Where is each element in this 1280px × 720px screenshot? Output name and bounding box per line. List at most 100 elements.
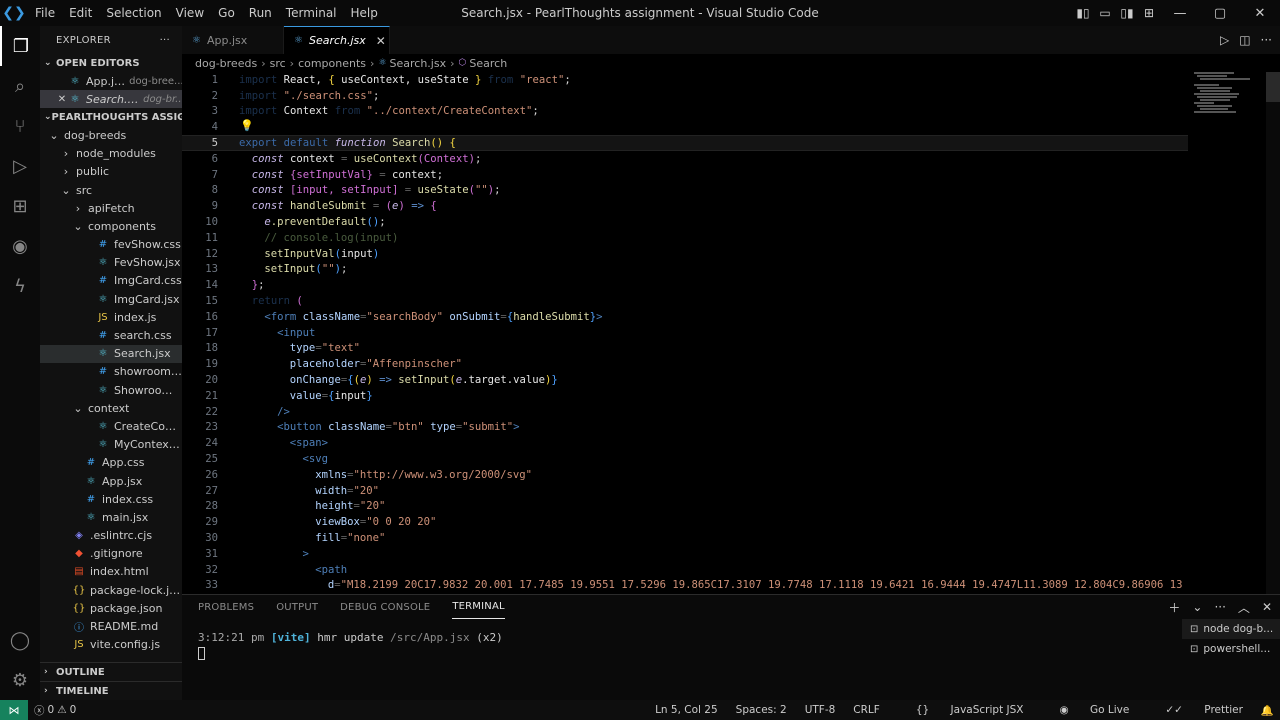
code-line[interactable]: 11 // console.log(input) <box>182 230 1188 246</box>
folder-item[interactable]: › public <box>40 163 182 181</box>
tab-search-jsx[interactable]: ⚛ Search.jsx ✕ <box>284 26 390 54</box>
file-item[interactable]: JS index.js <box>40 308 182 326</box>
file-item[interactable]: ◈ .eslintrc.cjs <box>40 527 182 545</box>
menu-file[interactable]: File <box>28 0 62 26</box>
minimize-button[interactable]: — <box>1160 0 1200 26</box>
prettier-button[interactable]: ✓✓ Prettier <box>1147 704 1243 716</box>
file-item[interactable]: ⚛ Showroom.jsx <box>40 381 182 399</box>
menu-terminal[interactable]: Terminal <box>279 0 344 26</box>
panel-tab-terminal[interactable]: TERMINAL <box>452 595 505 619</box>
github-icon[interactable]: ◉ <box>0 226 40 266</box>
code-line[interactable]: 3 import Context from "../context/CreateC… <box>182 104 1188 120</box>
file-item[interactable]: # fevShow.css <box>40 236 182 254</box>
code-line[interactable]: 9 const handleSubmit = (e) => { <box>182 198 1188 214</box>
breadcrumb-item[interactable]: src <box>270 57 286 70</box>
code-line[interactable]: 28 height="20" <box>182 499 1188 515</box>
code-line[interactable]: 17 <input <box>182 325 1188 341</box>
project-section[interactable]: ⌄ PEARLTHOUGHTS ASSIGN... <box>40 108 182 126</box>
file-item[interactable]: ⚛ MyContext.jsx <box>40 436 182 454</box>
code-line[interactable]: 26 xmlns="http://www.w3.org/2000/svg" <box>182 467 1188 483</box>
extensions-icon[interactable]: ⊞ <box>0 186 40 226</box>
code-line[interactable]: 10 e.preventDefault(); <box>182 214 1188 230</box>
file-item[interactable]: # search.css <box>40 326 182 344</box>
code-line[interactable]: 31 > <box>182 546 1188 562</box>
thunder-client-icon[interactable]: ϟ <box>0 266 40 306</box>
end-of-line[interactable]: CRLF <box>853 704 880 716</box>
file-item[interactable]: {} package-lock.json <box>40 581 182 599</box>
code-line[interactable]: 4 <box>182 119 1188 135</box>
code-line[interactable]: 23 <button className="btn" type="submit"> <box>182 420 1188 436</box>
maximize-button[interactable]: ▢ <box>1200 0 1240 26</box>
code-line[interactable]: 6 const context = useContext(Context); <box>182 151 1188 167</box>
code-line[interactable]: 7 const {setInputVal} = context; <box>182 167 1188 183</box>
folder-item[interactable]: ⌄ src <box>40 181 182 199</box>
code-line[interactable]: 27 width="20" <box>182 483 1188 499</box>
code-line[interactable]: 22 /> <box>182 404 1188 420</box>
toggle-secondary-sidebar-icon[interactable]: ▯▮ <box>1116 0 1138 26</box>
go-live-button[interactable]: ◉ Go Live <box>1041 704 1129 716</box>
maximize-panel-icon[interactable]: ︿ <box>1238 599 1250 616</box>
folder-item[interactable]: ⌄ dog-breeds <box>40 126 182 144</box>
cursor-position[interactable]: Ln 5, Col 25 <box>655 704 718 716</box>
code-line[interactable]: 19 placeholder="Affenpinscher" <box>182 356 1188 372</box>
file-item[interactable]: ⚛ ImgCard.jsx <box>40 290 182 308</box>
code-line[interactable]: 29 viewBox="0 0 20 20" <box>182 514 1188 530</box>
file-item[interactable]: {} package.json <box>40 599 182 617</box>
customize-layout-icon[interactable]: ⊞ <box>1138 0 1160 26</box>
encoding[interactable]: UTF-8 <box>805 704 836 716</box>
run-debug-icon[interactable]: ▷ <box>0 146 40 186</box>
outline-section[interactable]: › OUTLINE <box>40 662 182 681</box>
file-item[interactable]: # index.css <box>40 490 182 508</box>
menu-edit[interactable]: Edit <box>62 0 99 26</box>
accounts-icon[interactable]: ◯ <box>0 620 40 660</box>
terminal-output[interactable]: 3:12:21 pm [vite] hmr update /src/App.js… <box>198 631 503 644</box>
code-line[interactable]: 8 const [input, setInput] = useState(""); <box>182 183 1188 199</box>
code-line[interactable]: 25 <svg <box>182 451 1188 467</box>
tab-app-jsx[interactable]: ⚛ App.jsx <box>182 26 284 54</box>
file-item[interactable]: # App.css <box>40 454 182 472</box>
new-terminal-icon[interactable]: ＋ <box>1168 599 1180 616</box>
toggle-primary-sidebar-icon[interactable]: ▮▯ <box>1072 0 1094 26</box>
panel-tab-debug-console[interactable]: DEBUG CONSOLE <box>340 595 430 619</box>
folder-item[interactable]: › apiFetch <box>40 199 182 217</box>
file-item[interactable]: ⚛ App.jsx <box>40 472 182 490</box>
close-tab-icon[interactable]: ✕ <box>376 34 386 48</box>
code-line[interactable]: 13 setInput(""); <box>182 262 1188 278</box>
code-line[interactable]: 12 setInputVal(input) <box>182 246 1188 262</box>
search-icon[interactable]: ⌕ <box>0 66 40 106</box>
menu-help[interactable]: Help <box>344 0 385 26</box>
explorer-more-icon[interactable]: ··· <box>160 35 170 46</box>
open-editors-section[interactable]: ⌄ OPEN EDITORS <box>40 54 182 72</box>
folder-item[interactable]: › node_modules <box>40 145 182 163</box>
toggle-panel-icon[interactable]: ▭ <box>1094 0 1116 26</box>
code-line[interactable]: 2 import "./search.css"; <box>182 88 1188 104</box>
code-line[interactable]: 33 d="M18.2199 20C17.9832 20.001 17.7485 … <box>182 578 1188 594</box>
scroll-thumb[interactable] <box>1266 72 1280 102</box>
code-line[interactable]: 20 onChange={(e) => setInput(e.target.val… <box>182 372 1188 388</box>
timeline-section[interactable]: › TIMELINE <box>40 681 182 700</box>
terminal-dropdown-icon[interactable]: ⌄ <box>1192 600 1202 614</box>
code-line[interactable]: 18 type="text" <box>182 341 1188 357</box>
code-editor[interactable]: 33 d="M18.2199 20C17.9832 20.001 17.7485 … <box>182 72 1280 594</box>
code-line[interactable]: 14}; <box>182 277 1188 293</box>
remote-icon[interactable]: ⋈ <box>0 700 28 720</box>
open-editor-item[interactable]: ⚛ App.jsx dog-bree... <box>40 72 182 90</box>
code-line[interactable]: 16 <form className="searchBody" onSubmit=… <box>182 309 1188 325</box>
breadcrumb-item[interactable]: Search.jsx <box>390 57 447 70</box>
breadcrumb-item[interactable]: dog-breeds <box>195 57 257 70</box>
vertical-scrollbar[interactable] <box>1266 72 1280 594</box>
menu-run[interactable]: Run <box>242 0 279 26</box>
code-line[interactable]: 30 fill="none" <box>182 530 1188 546</box>
close-icon[interactable]: ✕ <box>56 94 68 105</box>
problems-status[interactable]: ⓧ 0 ⚠ 0 <box>34 703 76 718</box>
file-item[interactable]: # showroom.css <box>40 363 182 381</box>
file-item[interactable]: ⚛ FevShow.jsx <box>40 254 182 272</box>
code-line[interactable]: 24 <span> <box>182 435 1188 451</box>
breadcrumb-item[interactable]: Search <box>469 57 507 70</box>
close-panel-icon[interactable]: ✕ <box>1262 600 1272 614</box>
menu-selection[interactable]: Selection <box>99 0 168 26</box>
notifications-bell-icon[interactable]: 🔔 <box>1261 704 1274 717</box>
panel-more-icon[interactable]: ··· <box>1214 600 1225 614</box>
code-line[interactable]: 5 export default function Search() { <box>182 135 1188 151</box>
file-item[interactable]: ⚛ Search.jsx <box>40 344 182 363</box>
